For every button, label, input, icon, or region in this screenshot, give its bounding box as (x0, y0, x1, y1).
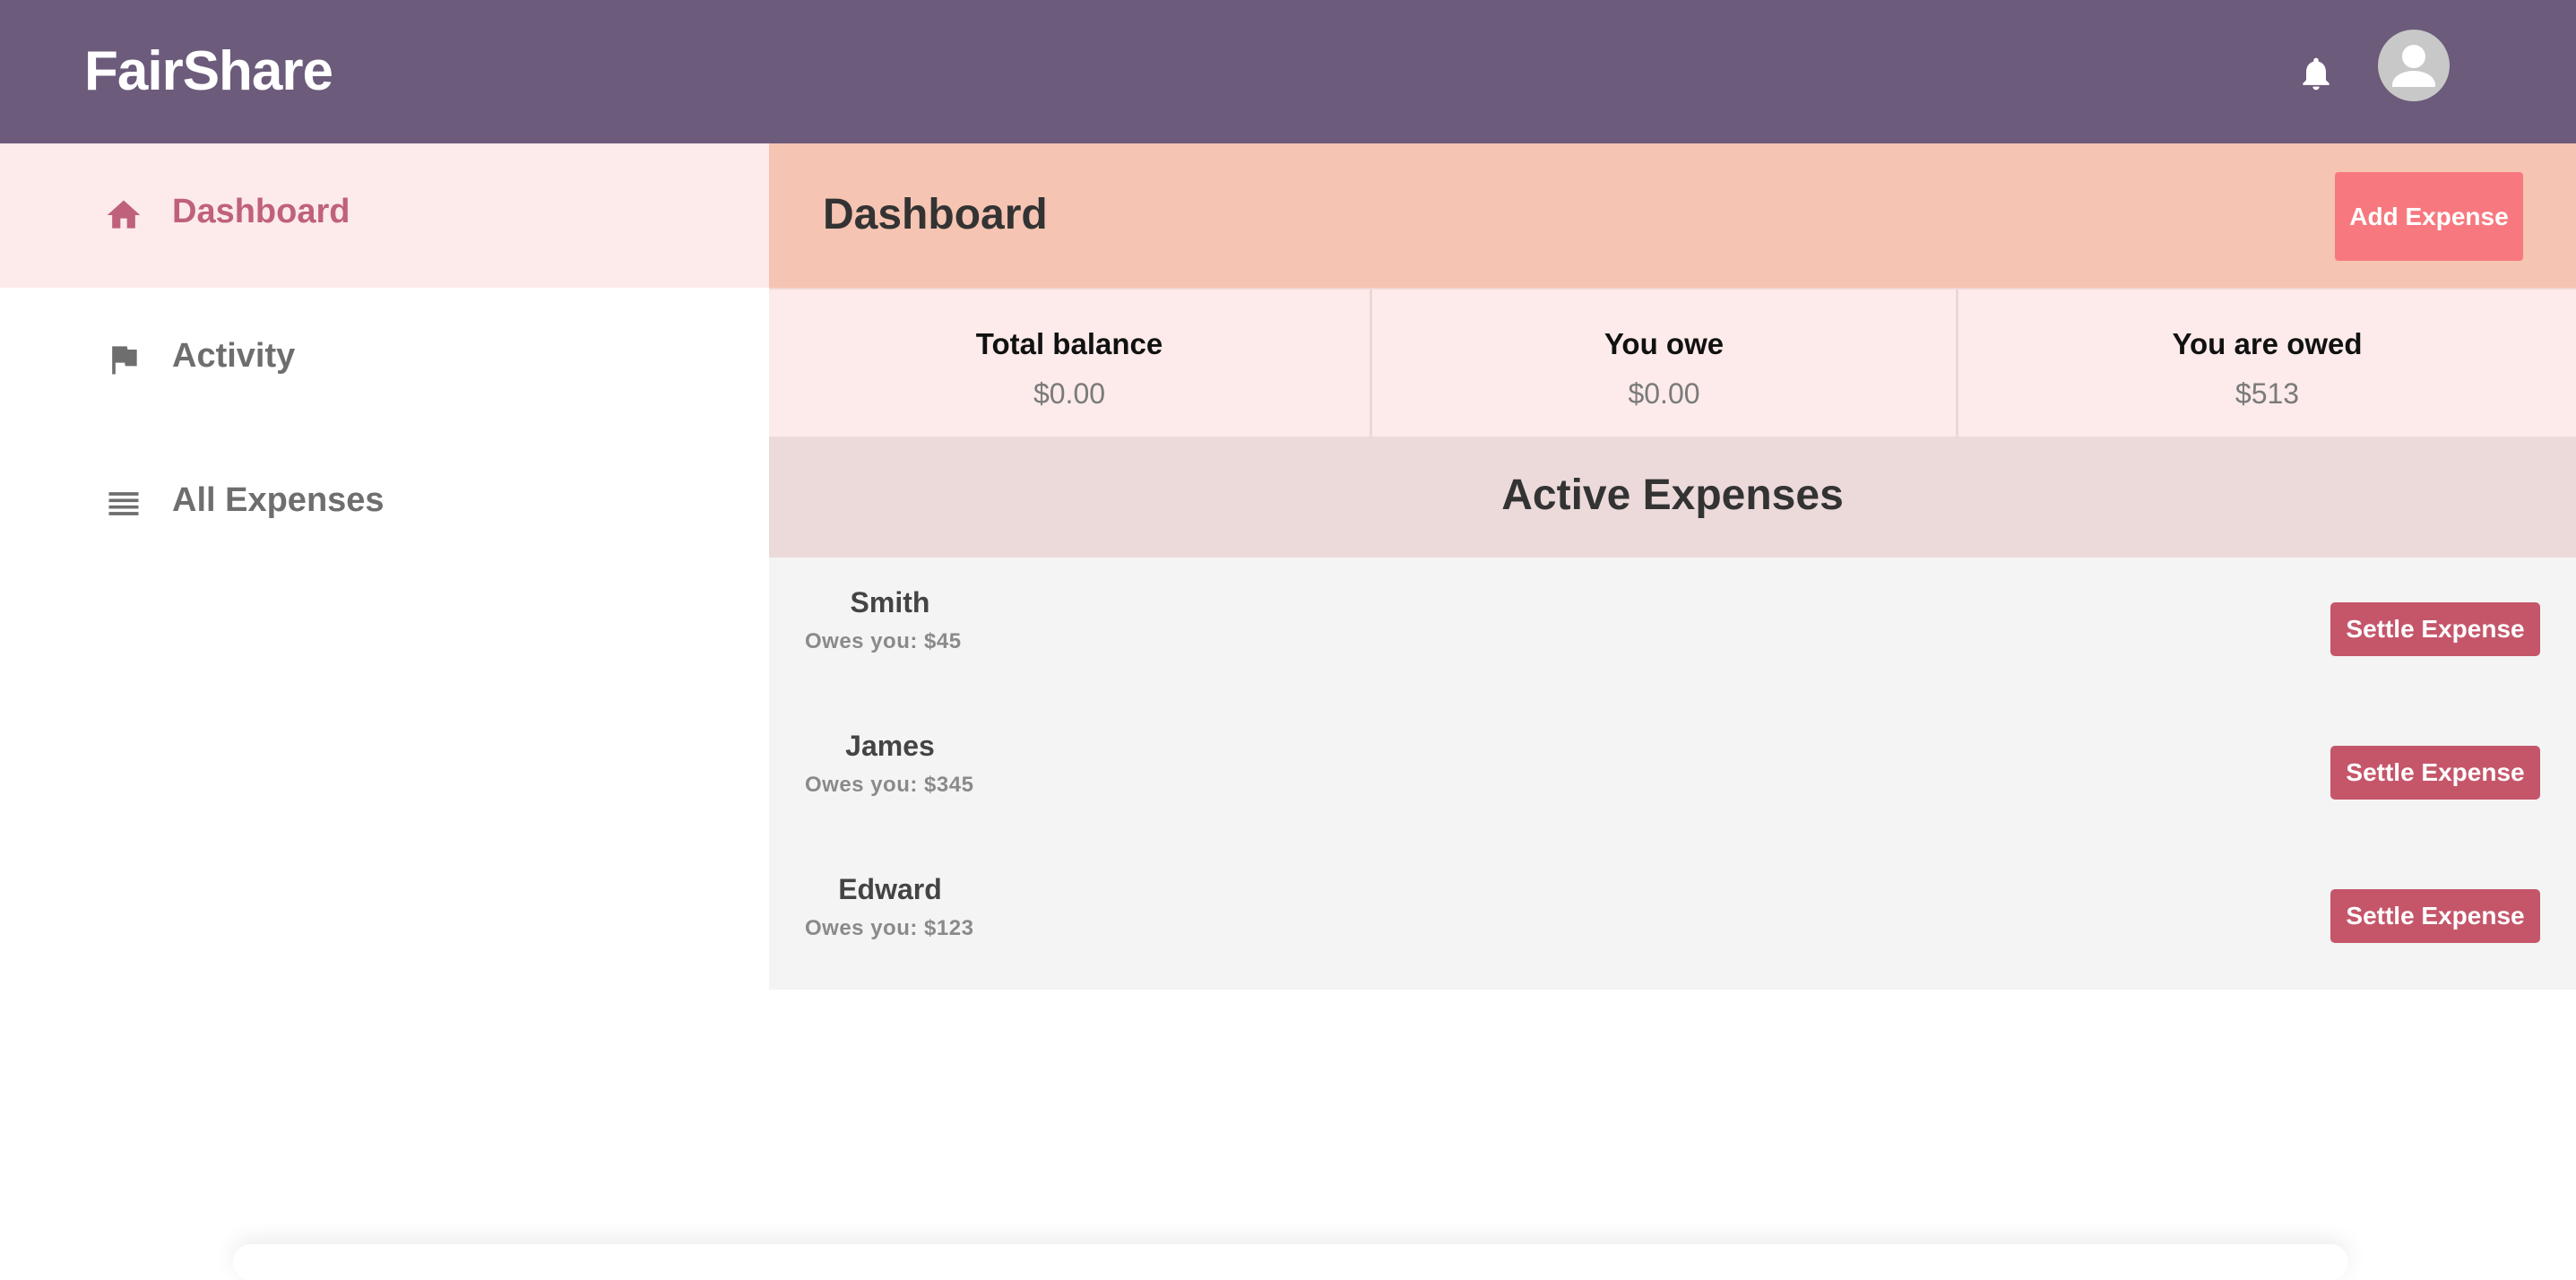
sidebar-item-label: Activity (172, 337, 296, 375)
add-expense-button[interactable]: Add Expense (2335, 172, 2523, 261)
sidebar-item-all-expenses[interactable]: All Expenses (0, 432, 769, 576)
sidebar-item-dashboard[interactable]: Dashboard (0, 143, 769, 288)
summary-label: You are owed (2172, 327, 2363, 360)
flag-icon (112, 346, 137, 375)
expense-person-name: Smith (850, 586, 930, 618)
summary-value: $0.00 (1033, 377, 1106, 410)
summary-label: Total balance (975, 327, 1163, 360)
settle-expense-button[interactable]: Settle Expense (2330, 889, 2540, 943)
expense-amount: Owes you: $345 (805, 773, 974, 797)
total-balance-card: Total balance $0.00 (769, 290, 1370, 438)
expense-person-name: Edward (838, 873, 942, 905)
you-are-owed-card: You are owed $513 (1956, 290, 2576, 438)
home-icon (107, 200, 141, 229)
footer-shadow (233, 1244, 2348, 1280)
summary-label: You owe (1604, 327, 1725, 360)
main-content: Dashboard Add Expense Total balance $0.0… (769, 143, 2576, 990)
expense-amount: Owes you: $45 (805, 629, 962, 653)
list-item: Smith Owes you: $45 Settle Expense (769, 558, 2576, 701)
sidebar-item-label: Dashboard (172, 193, 350, 230)
summary-value: $0.00 (1628, 377, 1700, 410)
list-icon (108, 492, 139, 515)
expense-person-name: James (845, 730, 935, 762)
bell-icon[interactable] (2296, 52, 2336, 95)
list-item: James Owes you: $345 Settle Expense (769, 701, 2576, 844)
you-owe-card: You owe $0.00 (1370, 290, 1956, 438)
settle-expense-button[interactable]: Settle Expense (2330, 746, 2540, 800)
sidebar: Dashboard Activity All Expenses (0, 143, 769, 1262)
summary-value: $513 (2235, 377, 2300, 410)
active-expenses-header: Active Expenses (769, 437, 2576, 558)
top-app-bar: FairShare (0, 0, 2576, 143)
section-title: Active Expenses (1501, 471, 1844, 519)
list-item: Edward Owes you: $123 Settle Expense (769, 844, 2576, 988)
app-logo[interactable]: FairShare (84, 39, 333, 103)
sidebar-item-label: All Expenses (172, 481, 385, 519)
sidebar-item-activity[interactable]: Activity (0, 288, 769, 432)
dashboard-header: Dashboard Add Expense (769, 143, 2576, 288)
page-title: Dashboard (823, 191, 1048, 238)
user-avatar-icon[interactable] (2378, 30, 2450, 101)
expense-list: Smith Owes you: $45 Settle Expense James… (769, 558, 2576, 990)
expense-amount: Owes you: $123 (805, 916, 974, 940)
settle-expense-button[interactable]: Settle Expense (2330, 602, 2540, 656)
